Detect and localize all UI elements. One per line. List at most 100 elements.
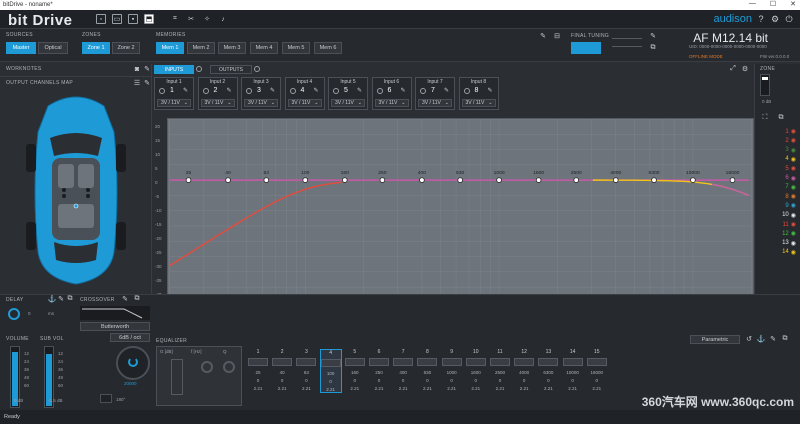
input-edit-icon[interactable]: ✎ [444, 87, 449, 94]
zoom-icon[interactable]: ⤢ [728, 64, 738, 74]
edit-final-icon[interactable]: ✎ [648, 31, 658, 41]
eye-icon[interactable]: ◉ [791, 212, 796, 219]
eq-gain-fader[interactable] [171, 359, 183, 395]
list-icon[interactable]: ☰ [132, 78, 142, 88]
tab-inputs[interactable]: INPUTS [154, 65, 194, 74]
eq-band-shape-icon[interactable] [248, 358, 268, 366]
eq-link-icon[interactable]: ⚓ [756, 334, 766, 344]
input-level-select[interactable]: 3V / 11V ⌄ [374, 99, 409, 107]
channel-row[interactable]: 7 ◉ [754, 184, 800, 191]
channel-row[interactable]: 2 ◉ [754, 137, 800, 145]
eq-band[interactable]: 5 160 0 2.21 [344, 349, 366, 391]
channel-row[interactable]: 5 ◉ [754, 165, 800, 173]
channel-row[interactable]: 8 ◉ [754, 193, 800, 201]
final-tuning-button[interactable] [571, 42, 601, 54]
input-mute-icon[interactable] [333, 88, 339, 94]
input-mute-icon[interactable] [246, 88, 252, 94]
eq-band[interactable]: 14 10000 0 2.21 [562, 349, 584, 391]
save-icon[interactable]: ▪ [128, 14, 138, 24]
crossover-slope-select[interactable]: 6dB / oct [110, 333, 150, 342]
eq-band[interactable]: 13 6300 0 2.21 [537, 349, 559, 391]
eye-icon[interactable]: ◉ [791, 240, 796, 247]
crossover-shape[interactable] [80, 306, 150, 320]
input-mute-icon[interactable] [463, 88, 470, 94]
input-mute-icon[interactable] [376, 88, 383, 94]
memory-5-button[interactable]: Mem 5 [282, 42, 310, 54]
eq-band[interactable]: 12 4000 0 2.21 [513, 349, 535, 391]
memory-1-button[interactable]: Mem 1 [156, 42, 184, 54]
crossover-edit-icon[interactable]: ✎ [120, 294, 130, 304]
eye-icon[interactable]: ◉ [791, 184, 796, 191]
delay-knob[interactable] [8, 308, 20, 320]
eye-icon[interactable]: ◉ [791, 221, 796, 228]
minimize-button[interactable]: — [749, 0, 756, 8]
eye-icon[interactable]: ◉ [791, 202, 796, 209]
expand-icon[interactable]: ⛶ [760, 113, 770, 123]
close-button[interactable]: ✕ [790, 0, 796, 8]
input-level-select[interactable]: 3V / 11V ⌄ [461, 99, 496, 107]
edit-icon[interactable]: ✎ [538, 31, 548, 41]
eye-icon[interactable]: ◉ [791, 230, 796, 237]
eq-band-shape-icon[interactable] [417, 358, 438, 366]
eq-band-shape-icon[interactable] [586, 358, 607, 366]
eq-band-shape-icon[interactable] [369, 358, 389, 366]
memory-4-button[interactable]: Mem 4 [250, 42, 278, 54]
tools-icon[interactable]: ✂ [186, 14, 196, 24]
eq-settings-icon[interactable]: ⚙ [740, 64, 750, 74]
input-level-select[interactable]: 3V / 11V ⌄ [287, 99, 322, 107]
eq-band-shape-icon[interactable] [296, 358, 317, 366]
eye-icon[interactable]: ◉ [791, 137, 796, 144]
wand-icon[interactable]: ✧ [202, 14, 212, 24]
eye-icon[interactable]: ◉ [791, 156, 796, 163]
input-edit-icon[interactable]: ✎ [270, 87, 275, 94]
power-icon[interactable]: ⏻ [784, 14, 794, 24]
eye-icon[interactable]: ◉ [791, 147, 796, 154]
zone-2-button[interactable]: Zone 2 [112, 42, 140, 54]
channel-row[interactable]: 14 ◉ [754, 249, 800, 256]
channel-row[interactable]: 13 ◉ [754, 240, 800, 247]
eq-band[interactable]: 3 63 0 2.21 [295, 349, 317, 391]
input-level-select[interactable]: 3V / 11V ⌄ [200, 99, 235, 107]
eq-band-shape-icon[interactable] [441, 358, 462, 366]
eq-reset-icon[interactable]: ↺ [744, 334, 754, 344]
memory-6-button[interactable]: Mem 6 [314, 42, 342, 54]
input-card[interactable]: Input 2 2 ✎ 3V / 11V ⌄ [197, 77, 238, 110]
channel-row[interactable]: 6 ◉ [754, 175, 800, 182]
eq-band-shape-icon[interactable] [465, 358, 486, 366]
eq-q-knob[interactable] [223, 361, 235, 373]
eq-band[interactable]: 15 16000 0 2.21 [586, 349, 608, 391]
microphone-icon[interactable]: ♪ [218, 14, 228, 24]
eq-edit-icon[interactable]: ✎ [768, 334, 778, 344]
eye-icon[interactable]: ◉ [791, 193, 796, 200]
delay-copy-icon[interactable]: ⧉ [65, 294, 75, 304]
input-edit-icon[interactable]: ✎ [401, 87, 406, 94]
crossover-type-select[interactable]: Butterworth [80, 322, 150, 331]
input-card[interactable]: Input 4 4 ✎ 3V / 11V ⌄ [284, 77, 325, 110]
zone-1-button[interactable]: Zone 1 [82, 42, 110, 54]
eq-band[interactable]: 6 250 0 2.21 [368, 349, 390, 391]
input-card[interactable]: Input 1 1 ✎ 3V / 11V ⌄ [154, 77, 194, 110]
eq-band[interactable]: 7 400 0 2.21 [392, 349, 414, 391]
input-edit-icon[interactable]: ✎ [314, 87, 319, 94]
input-edit-icon[interactable]: ✎ [183, 87, 188, 94]
eye-icon[interactable]: ◉ [791, 249, 796, 256]
copy-icon[interactable]: ⧉ [648, 43, 658, 53]
channel-row[interactable]: 4 ◉ [754, 156, 800, 163]
input-card[interactable]: Input 7 7 ✎ 3V / 11V ⌄ [415, 77, 455, 110]
zone-gain-fader[interactable] [760, 74, 770, 96]
eq-mode-select[interactable]: Parametric [690, 335, 740, 344]
help-icon[interactable]: ? [756, 14, 766, 24]
eq-band-shape-icon[interactable] [490, 358, 510, 366]
channel-row[interactable]: 11 ◉ [754, 221, 800, 229]
input-level-select[interactable]: 3V / 11V ⌄ [244, 99, 278, 107]
tab-outputs[interactable]: OUTPUTS [210, 65, 252, 74]
input-level-select[interactable]: 3V / 11V ⌄ [157, 99, 191, 107]
eq-copy-icon[interactable]: ⧉ [780, 334, 790, 344]
camera-icon[interactable]: ◙ [132, 64, 142, 74]
input-mute-icon[interactable] [159, 88, 165, 94]
eq-band-shape-icon[interactable] [514, 358, 535, 366]
crossover-freq-knob[interactable] [116, 346, 150, 380]
eq-band-shape-icon[interactable] [538, 358, 559, 366]
network-icon[interactable]: ⌗ [170, 14, 180, 24]
eq-band-shape-icon[interactable] [562, 358, 583, 366]
